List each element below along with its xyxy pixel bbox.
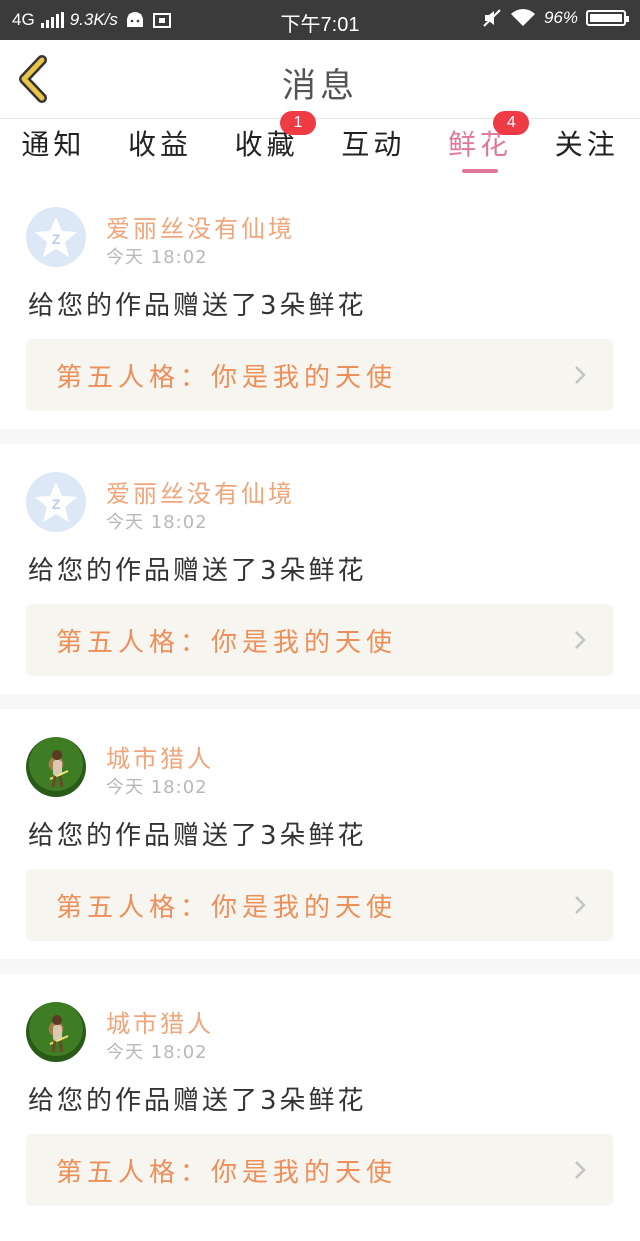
message-time: 今天 18:02 <box>106 777 208 798</box>
message-time: 今天 18:02 <box>106 512 208 533</box>
battery-icon <box>586 10 629 26</box>
avatar[interactable]: Z <box>26 472 86 532</box>
chevron-right-icon <box>575 896 586 914</box>
message-text: 给您的作品赠送了3朵鲜花 <box>28 821 367 851</box>
game-character-avatar-icon <box>49 750 69 788</box>
svg-text:Z: Z <box>52 231 61 247</box>
avatar[interactable] <box>26 1002 86 1062</box>
message-text: 给您的作品赠送了3朵鲜花 <box>28 1086 367 1116</box>
top-bar: 消息 <box>0 40 640 119</box>
work-title: 第五人格：你是我的天使 <box>56 628 398 658</box>
message-card: Z 爱丽丝没有仙境 今天 18:02 给您的作品赠送了3朵鲜花 第五人格：你是我… <box>0 179 640 429</box>
flowers-badge: 4 <box>493 111 530 135</box>
status-right: 96% <box>482 8 629 28</box>
message-list: Z 爱丽丝没有仙境 今天 18:02 给您的作品赠送了3朵鲜花 第五人格：你是我… <box>0 179 640 1224</box>
username[interactable]: 爱丽丝没有仙境 <box>106 209 295 244</box>
chevron-right-icon <box>575 1161 586 1179</box>
tab-label: 互动 <box>341 128 406 161</box>
tab-label: 关注 <box>554 128 619 161</box>
chevron-right-icon <box>575 631 586 649</box>
tab-follow[interactable]: 关注 <box>533 119 640 179</box>
work-title: 第五人格：你是我的天使 <box>56 1158 398 1188</box>
message-time: 今天 18:02 <box>106 1042 208 1063</box>
message-card: 城市猎人 今天 18:02 给您的作品赠送了3朵鲜花 第五人格：你是我的天使 <box>0 974 640 1224</box>
avatar[interactable] <box>26 737 86 797</box>
tab-interaction[interactable]: 互动 <box>320 119 427 179</box>
message-text: 给您的作品赠送了3朵鲜花 <box>28 291 367 321</box>
tab-bar: 通知 收益 收藏 1 互动 鲜花 4 关注 <box>0 111 640 179</box>
message-text: 给您的作品赠送了3朵鲜花 <box>28 556 367 586</box>
work-link[interactable]: 第五人格：你是我的天使 <box>26 604 613 676</box>
tab-flowers[interactable]: 鲜花 4 <box>427 111 534 179</box>
username[interactable]: 城市猎人 <box>106 739 214 774</box>
work-link[interactable]: 第五人格：你是我的天使 <box>26 869 613 941</box>
wifi-icon <box>510 9 535 26</box>
svg-text:Z: Z <box>52 496 61 512</box>
tab-favorites[interactable]: 收藏 1 <box>213 111 320 179</box>
tab-earnings[interactable]: 收益 <box>107 119 214 179</box>
mute-icon <box>483 9 501 27</box>
message-time: 今天 18:02 <box>106 247 208 268</box>
qq-default-avatar-icon: Z <box>35 482 77 522</box>
tab-label: 收益 <box>128 128 193 161</box>
username[interactable]: 城市猎人 <box>106 1004 214 1039</box>
work-title: 第五人格：你是我的天使 <box>56 893 398 923</box>
work-title: 第五人格：你是我的天使 <box>56 363 398 393</box>
divider <box>0 429 640 444</box>
avatar[interactable]: Z <box>26 207 86 267</box>
message-card: 城市猎人 今天 18:02 给您的作品赠送了3朵鲜花 第五人格：你是我的天使 <box>0 709 640 959</box>
chevron-right-icon <box>575 366 586 384</box>
favorites-badge: 1 <box>280 111 317 135</box>
status-bar: 4G 9.3K/s 下午7:01 96% <box>0 0 640 40</box>
qq-default-avatar-icon: Z <box>35 217 77 257</box>
work-link[interactable]: 第五人格：你是我的天使 <box>26 1134 613 1206</box>
tab-label: 通知 <box>21 128 86 161</box>
divider <box>0 694 640 709</box>
game-character-avatar-icon <box>49 1015 69 1053</box>
username[interactable]: 爱丽丝没有仙境 <box>106 474 295 509</box>
page-title: 消息 <box>282 66 358 106</box>
message-card: Z 爱丽丝没有仙境 今天 18:02 给您的作品赠送了3朵鲜花 第五人格：你是我… <box>0 444 640 694</box>
battery-percent: 96% <box>543 8 578 27</box>
active-tab-indicator <box>462 169 499 173</box>
work-link[interactable]: 第五人格：你是我的天使 <box>26 339 613 411</box>
tab-notify[interactable]: 通知 <box>0 119 107 179</box>
divider <box>0 959 640 974</box>
